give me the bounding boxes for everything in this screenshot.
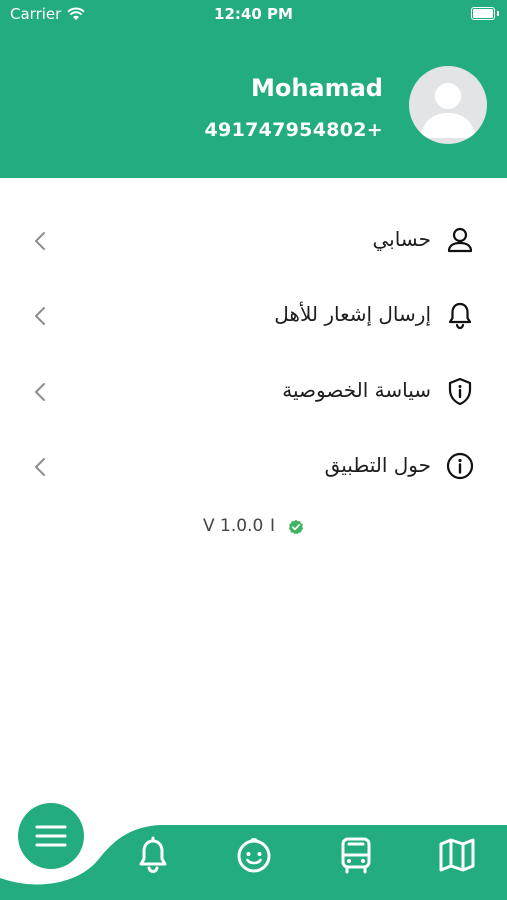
chevron-left-icon: [35, 232, 45, 250]
status-time: 12:40 PM: [214, 5, 293, 23]
status-bar: Carrier 12:40 PM: [0, 0, 507, 30]
verified-check-icon: [288, 519, 304, 535]
avatar[interactable]: [409, 66, 487, 144]
chevron-left-icon: [35, 458, 45, 476]
menu-label: إرسال إشعار للأهل: [274, 302, 431, 326]
menu-icon: [35, 825, 67, 847]
user-icon: [447, 227, 473, 253]
menu-item-about-app[interactable]: حول التطبيق: [0, 437, 507, 497]
profile-name: Mohamad: [250, 74, 383, 102]
bus-icon[interactable]: [336, 835, 376, 875]
version-row: V 1.0.0 I: [0, 514, 507, 540]
menu-item-my-account[interactable]: حسابي: [0, 211, 507, 271]
menu-label: حسابي: [372, 227, 431, 251]
menu-fab-button[interactable]: [18, 803, 84, 869]
chevron-left-icon: [35, 307, 45, 325]
version-label: V 1.0.0: [203, 516, 264, 536]
bell-icon: [448, 302, 472, 330]
menu-item-notify-parents[interactable]: إرسال إشعار للأهل: [0, 286, 507, 346]
profile-phone: 491747954802+: [204, 119, 383, 141]
menu-label: حول التطبيق: [324, 453, 431, 477]
child-face-icon[interactable]: [234, 835, 274, 875]
chevron-left-icon: [35, 383, 45, 401]
bell-icon[interactable]: [133, 835, 173, 875]
avatar-placeholder-icon: [420, 83, 476, 138]
info-icon: [446, 452, 474, 480]
map-icon[interactable]: [437, 835, 477, 875]
profile-header: Carrier 12:40 PM Mohamad 491747954802+: [0, 0, 507, 178]
shield-info-icon: [448, 377, 472, 406]
battery-icon: [471, 7, 495, 20]
menu-label: سياسة الخصوصية: [282, 378, 431, 402]
menu-item-privacy-policy[interactable]: سياسة الخصوصية: [0, 362, 507, 422]
version-separator: I: [270, 516, 276, 536]
battery-tip: [497, 11, 499, 16]
